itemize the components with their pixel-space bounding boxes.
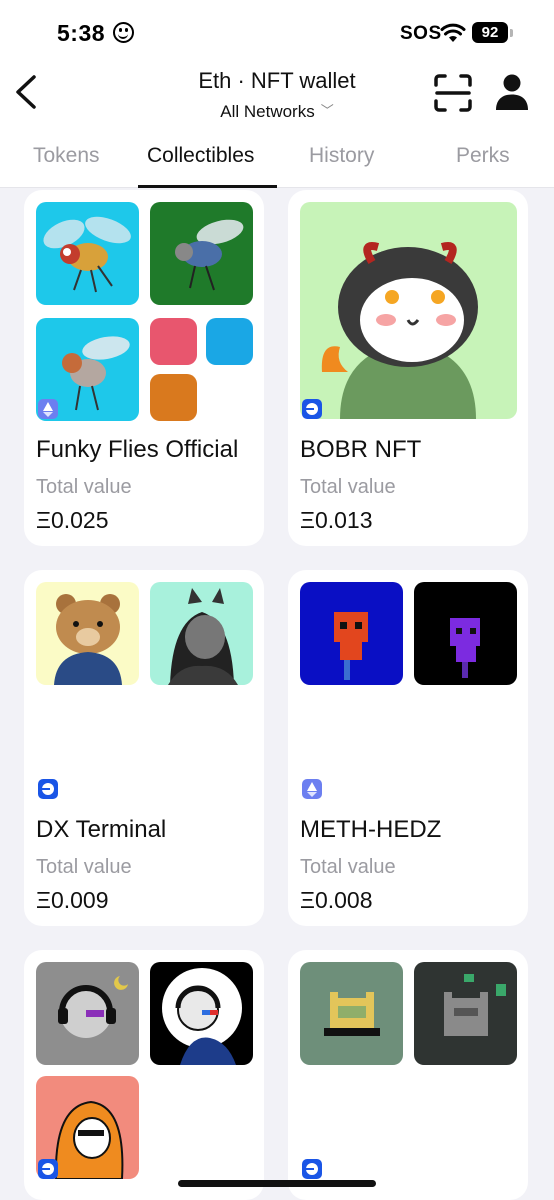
top-bar: 5:38 SOS 92 Eth · NFT wallet All Network… — [0, 0, 554, 188]
total-value-label: Total value — [300, 476, 396, 498]
total-value: Ξ0.009 — [36, 887, 109, 913]
total-value-label: Total value — [36, 856, 132, 878]
nft-thumbnail — [150, 318, 197, 365]
tab-perks[interactable]: Perks — [456, 144, 510, 168]
pixel-skull-image — [450, 618, 480, 678]
scan-icon[interactable] — [433, 73, 473, 113]
collection-card-funky-flies[interactable]: Funky Flies Official Total value Ξ0.025 — [24, 190, 264, 546]
tab-bar: Tokens Collectibles History Perks — [0, 134, 554, 188]
nft-thumbnail — [150, 582, 253, 685]
total-value: Ξ0.025 — [36, 507, 109, 533]
base-icon — [302, 399, 322, 419]
collection-name: DX Terminal — [36, 816, 167, 843]
nft-thumbnail — [206, 318, 253, 365]
active-tab-indicator — [138, 185, 277, 188]
pixel-cat-image — [444, 974, 506, 1036]
collection-card-meth-hedz[interactable]: METH-HEDZ Total value Ξ0.008 — [288, 570, 528, 926]
focus-smile-icon — [113, 22, 134, 43]
cat-image — [168, 588, 238, 685]
total-value-label: Total value — [36, 476, 132, 498]
network-selector[interactable]: All Networks ﹀ — [120, 100, 434, 122]
nft-thumbnail — [150, 962, 253, 1065]
collection-card-dx-terminal[interactable]: DX Terminal Total value Ξ0.009 — [24, 570, 264, 926]
wallet-title: Eth · NFT wallet — [198, 68, 356, 93]
total-value: Ξ0.013 — [300, 507, 373, 533]
profile-icon[interactable] — [494, 73, 530, 111]
ethereum-icon — [38, 399, 58, 419]
collection-card[interactable] — [24, 950, 264, 1200]
sos-indicator: SOS — [400, 23, 442, 44]
base-icon — [38, 1159, 58, 1179]
battery-nub — [510, 29, 513, 37]
tab-tokens[interactable]: Tokens — [33, 144, 100, 168]
nft-thumbnail — [414, 962, 517, 1065]
bear-image — [54, 594, 122, 685]
network-selector-label: All Networks — [220, 102, 315, 121]
bobr-image — [321, 242, 478, 419]
collection-name: Funky Flies Official — [36, 436, 239, 463]
battery-indicator: 92 — [472, 22, 508, 43]
tab-collectibles[interactable]: Collectibles — [147, 144, 254, 168]
nft-thumbnail — [300, 582, 403, 685]
collection-card-bobr[interactable]: BOBR NFT Total value Ξ0.013 — [288, 190, 528, 546]
nft-thumbnail — [150, 374, 197, 421]
headphones-character-image — [162, 968, 242, 1065]
nft-thumbnail — [414, 582, 517, 685]
collection-card[interactable] — [288, 950, 528, 1200]
nft-thumbnail — [36, 202, 139, 305]
pixel-skull-image — [334, 612, 368, 680]
base-icon — [38, 779, 58, 799]
status-bar: 5:38 SOS 92 — [0, 18, 554, 52]
tab-history[interactable]: History — [309, 144, 374, 168]
back-chevron-icon[interactable] — [10, 72, 44, 112]
nft-thumbnail — [150, 202, 253, 305]
wifi-icon — [440, 23, 466, 42]
collection-name: BOBR NFT — [300, 436, 422, 463]
headphones-character-image — [58, 976, 128, 1038]
status-time: 5:38 — [57, 20, 106, 46]
ethereum-icon — [302, 779, 322, 799]
chevron-down-icon: ﹀ — [320, 103, 334, 118]
header-title-block: Eth · NFT wallet All Networks ﹀ — [120, 68, 434, 122]
nft-thumbnail — [300, 962, 403, 1065]
fly-image — [43, 216, 131, 293]
total-value: Ξ0.008 — [300, 887, 373, 913]
home-indicator — [178, 1180, 376, 1187]
fly-image — [175, 219, 244, 291]
collection-name: METH-HEDZ — [300, 816, 442, 843]
nft-thumbnail — [300, 202, 517, 419]
base-icon — [302, 1159, 322, 1179]
nft-thumbnail — [36, 962, 139, 1065]
total-value-label: Total value — [300, 856, 396, 878]
pixel-cat-image — [324, 992, 380, 1036]
nft-thumbnail — [36, 582, 139, 685]
